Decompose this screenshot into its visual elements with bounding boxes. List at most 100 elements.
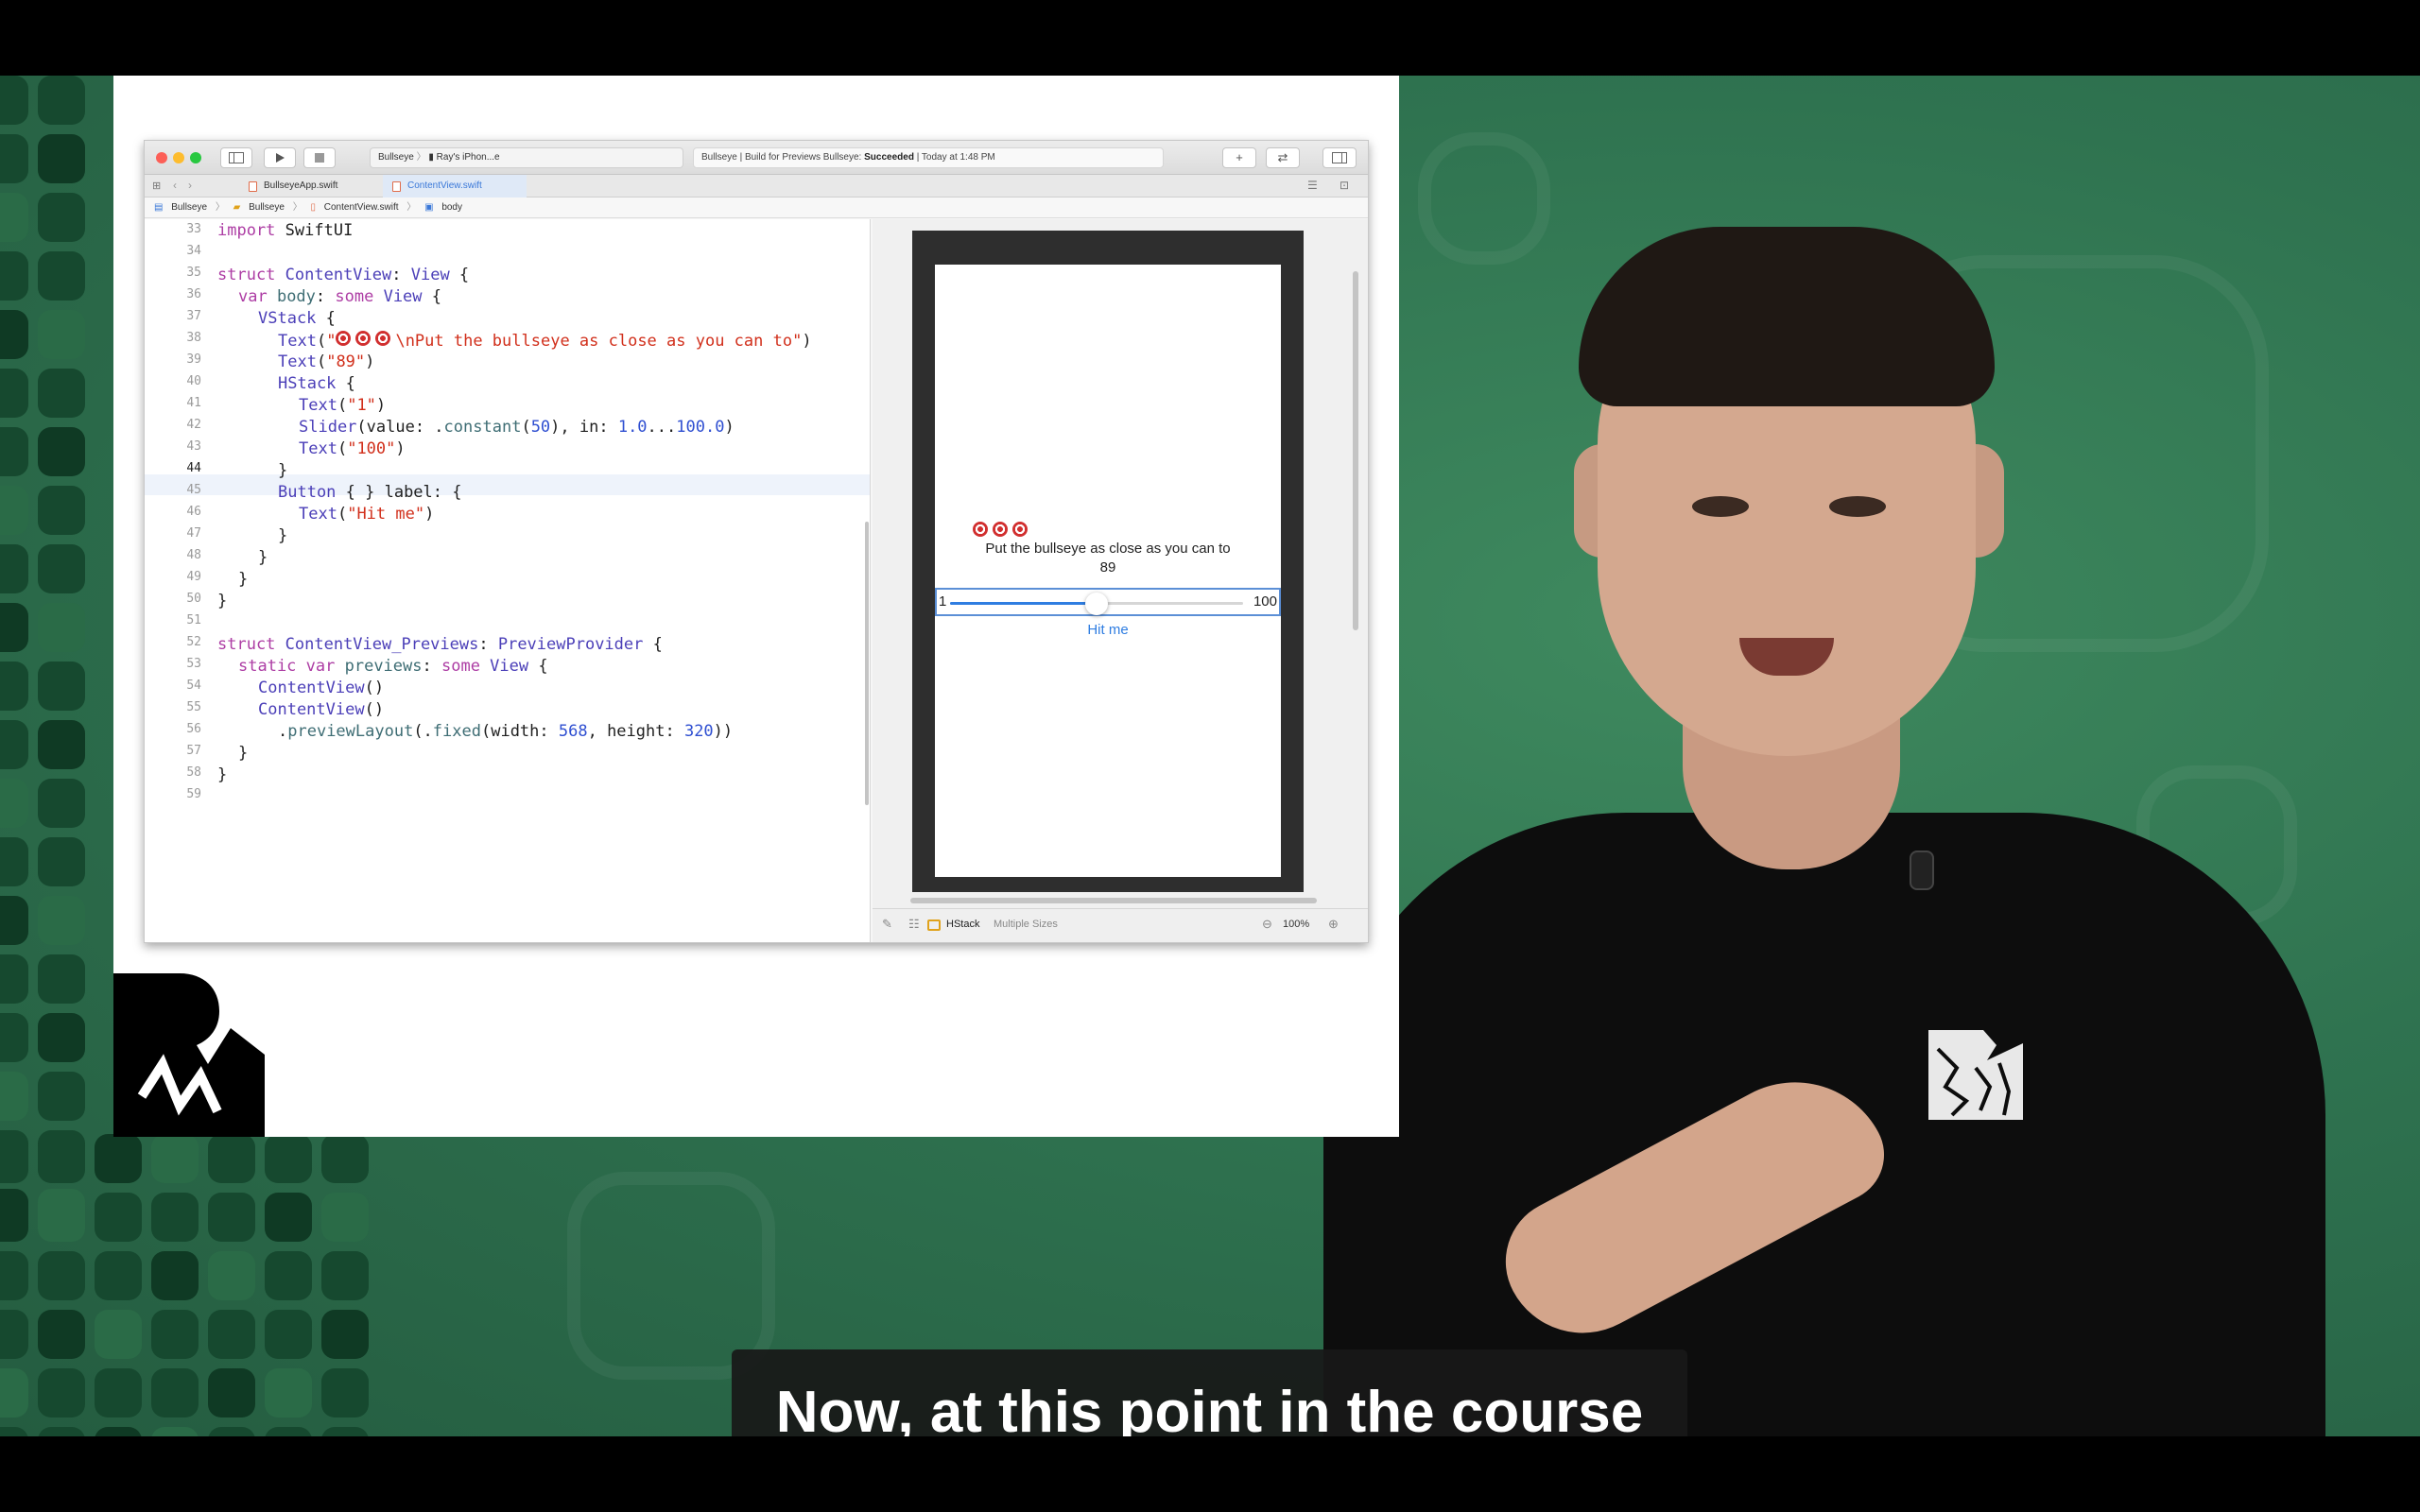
tile	[208, 1134, 255, 1183]
code-line: ContentView()	[258, 700, 385, 719]
line-number: 56	[186, 722, 201, 736]
tile	[38, 779, 85, 828]
zoom-level[interactable]: 100%	[1283, 909, 1309, 939]
layout-mode-label[interactable]: Multiple Sizes	[994, 909, 1058, 939]
tile	[38, 662, 85, 711]
line-number: 57	[186, 744, 201, 758]
tile	[0, 427, 28, 476]
stop-button[interactable]	[303, 147, 336, 168]
tile	[0, 544, 28, 593]
line-number: 33	[186, 222, 201, 236]
raywenderlich-logo-icon	[113, 973, 265, 1137]
editor-scrollbar[interactable]	[865, 522, 869, 805]
line-number: 40	[186, 374, 201, 388]
slider-thumb[interactable]	[1085, 593, 1108, 615]
tab-bar: ⊞ ‹ › BullseyeApp.swift ContentView.swif…	[145, 175, 1368, 198]
line-number: 39	[186, 352, 201, 367]
preview-instructions: Put the bullseye as close as you can to	[985, 541, 1231, 557]
code-line: Text("Hit me")	[299, 505, 435, 524]
tile	[208, 1310, 255, 1359]
tile	[0, 1427, 28, 1436]
tile	[0, 1072, 28, 1121]
back-icon[interactable]: ‹	[173, 179, 177, 192]
canvas-horizontal-scrollbar[interactable]	[910, 898, 1317, 903]
navigator-toggle-button[interactable]	[220, 147, 252, 168]
tile	[265, 1368, 312, 1418]
jumpbar-item[interactable]: Bullseye	[171, 202, 207, 213]
add-editor-icon[interactable]: ⊡	[1340, 179, 1349, 192]
tab-contentview[interactable]: ContentView.swift	[383, 175, 527, 198]
tile	[38, 954, 85, 1004]
tile	[38, 837, 85, 886]
settings-icon[interactable]: ☷	[908, 909, 920, 939]
editor-options-icon[interactable]: ☰	[1307, 179, 1318, 192]
tab-bullseyeapp[interactable]: BullseyeApp.swift	[239, 175, 381, 198]
tile	[0, 1251, 28, 1300]
scheme-selector[interactable]: Bullseye 〉 ▮ Ray's iPhon...e	[370, 147, 683, 168]
tile	[0, 310, 28, 359]
scheme-device-label: Ray's iPhon...e	[436, 152, 500, 163]
tile	[38, 1368, 85, 1418]
zoom-out-icon[interactable]: ⊖	[1262, 909, 1272, 939]
tile	[38, 134, 85, 183]
tile	[95, 1193, 142, 1242]
library-button[interactable]: +	[1222, 147, 1256, 168]
stop-icon	[315, 153, 324, 163]
tile	[208, 1193, 255, 1242]
run-button[interactable]	[264, 147, 296, 168]
inspector-toggle-button[interactable]	[1322, 147, 1357, 168]
tile	[38, 1310, 85, 1359]
phone-icon: ▮	[428, 152, 434, 163]
close-window-button[interactable]	[156, 152, 167, 163]
tile	[321, 1251, 369, 1300]
code-line: }	[258, 548, 268, 567]
scheme-app-label: Bullseye	[378, 152, 414, 163]
grid-icon[interactable]: ⊞	[152, 180, 161, 192]
tile	[0, 1368, 28, 1418]
code-line: struct ContentView_Previews: PreviewProv…	[217, 635, 663, 654]
jumpbar-item[interactable]: body	[441, 202, 462, 213]
hit-me-button[interactable]: Hit me	[935, 622, 1281, 638]
hstack-selection[interactable]: 1 100	[935, 588, 1281, 616]
code-line: Slider(value: .constant(50), in: 1.0...1…	[299, 418, 735, 437]
tile	[265, 1251, 312, 1300]
code-line: Text("1")	[299, 396, 387, 415]
tile	[95, 1427, 142, 1436]
tile	[321, 1193, 369, 1242]
jumpbar-item[interactable]: ContentView.swift	[324, 202, 399, 213]
slider[interactable]	[950, 593, 1243, 615]
code-editor[interactable]: 3233343536373839404142434445464748495051…	[145, 219, 871, 942]
chevron-right-icon: 〉	[416, 152, 426, 163]
slider-max-label: 100	[1253, 593, 1277, 610]
sidebar-icon	[229, 152, 244, 163]
line-number: 59	[186, 787, 201, 801]
line-number: 54	[186, 679, 201, 693]
tile	[0, 896, 28, 945]
tile	[151, 1251, 199, 1300]
line-number: 51	[186, 613, 201, 627]
line-number: 43	[186, 439, 201, 454]
jumpbar-item[interactable]: Bullseye	[249, 202, 285, 213]
pin-icon[interactable]: ✎	[882, 909, 892, 939]
zoom-in-icon[interactable]: ⊕	[1328, 909, 1339, 939]
zoom-window-button[interactable]	[190, 152, 201, 163]
tile	[38, 193, 85, 242]
jump-bar: ▤ Bullseye 〉 ▰ Bullseye 〉 ▯ ContentView.…	[145, 198, 1368, 218]
xcode-window: Bullseye 〉 ▮ Ray's iPhon...e Bullseye | …	[144, 140, 1369, 943]
code-line: .previewLayout(.fixed(width: 568, height…	[278, 722, 734, 741]
tile	[0, 1013, 28, 1062]
code-line: }	[238, 744, 249, 763]
status-prefix: Bullseye | Build for Previews Bullseye:	[701, 152, 862, 163]
tile	[0, 251, 28, 301]
line-number: 52	[186, 635, 201, 649]
code-review-button[interactable]: ⇄	[1266, 147, 1300, 168]
forward-icon[interactable]: ›	[188, 179, 192, 192]
status-result: Succeeded	[864, 152, 914, 163]
swift-file-icon: ▯	[310, 202, 316, 213]
code-line: }	[217, 592, 228, 610]
line-number: 42	[186, 418, 201, 432]
canvas-vertical-scrollbar[interactable]	[1353, 271, 1358, 630]
swift-file-icon	[392, 181, 401, 192]
tile	[0, 603, 28, 652]
minimize-window-button[interactable]	[173, 152, 184, 163]
